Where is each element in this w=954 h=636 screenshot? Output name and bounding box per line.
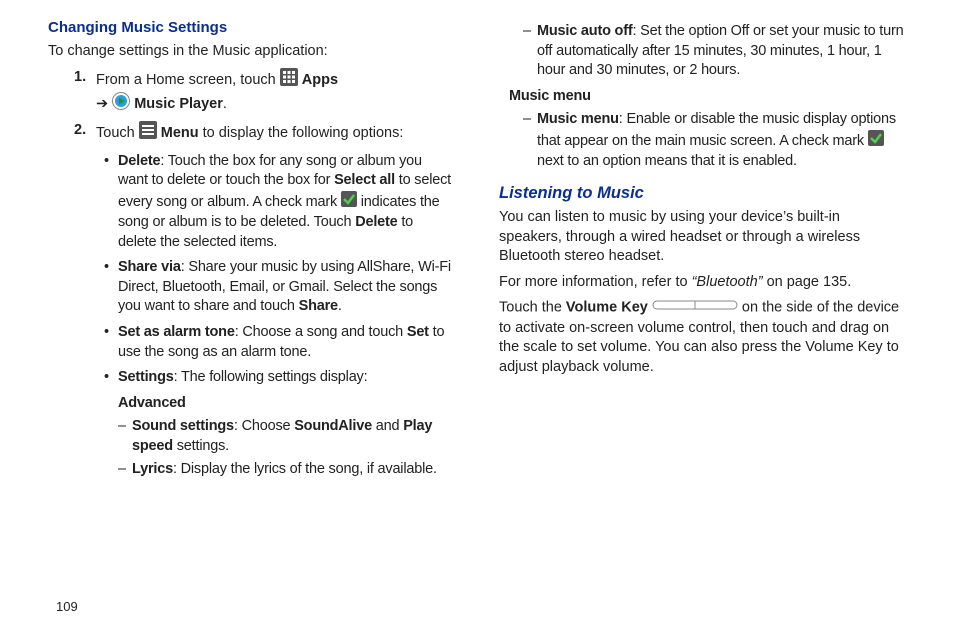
volume-key-label: Volume Key xyxy=(566,300,648,316)
advanced-dash-list: – Sound settings: Choose SoundAlive and … xyxy=(118,417,455,480)
heading-changing-music-settings: Changing Music Settings xyxy=(48,18,455,38)
list-item: • Settings: The following settings displ… xyxy=(104,368,455,388)
t: next to an option means that it is enabl… xyxy=(537,153,797,169)
bullet-text: Set as alarm tone: Choose a song and tou… xyxy=(118,323,455,362)
volume-key-icon xyxy=(652,298,738,318)
page-number: 109 xyxy=(56,598,78,616)
step-number: 2. xyxy=(74,121,96,146)
bullet: • xyxy=(104,258,118,317)
step-1: 1. From a Home screen, touch Apps ➔ Musi… xyxy=(74,68,455,117)
checkmark-icon xyxy=(868,130,884,153)
bullet-text: Settings: The following settings display… xyxy=(118,368,455,388)
menu-options-list: • Delete: Touch the box for any song or … xyxy=(104,152,455,480)
alarm-tone-label: Set as alarm tone xyxy=(118,324,235,340)
list-item: • Delete: Touch the box for any song or … xyxy=(104,152,455,253)
delete-label: Delete xyxy=(118,153,160,169)
listening-paragraph-2: For more information, refer to “Bluetoot… xyxy=(499,273,906,293)
list-item: – Sound settings: Choose SoundAlive and … xyxy=(118,417,455,456)
music-menu-dash-list: – Music menu: Enable or disable the musi… xyxy=(523,110,906,172)
t: For more information, refer to xyxy=(499,274,692,290)
music-menu-label: Music menu xyxy=(537,111,619,127)
advanced-subheading: Advanced xyxy=(118,394,455,414)
list-item: • Share via: Share your music by using A… xyxy=(104,258,455,317)
t: : Choose xyxy=(234,418,294,434)
listening-paragraph-3: Touch the Volume Key on the side of the … xyxy=(499,298,906,377)
text: Touch xyxy=(96,125,139,141)
listening-paragraph-1: You can listen to music by using your de… xyxy=(499,208,906,267)
step-text: Touch Menu to display the following opti… xyxy=(96,121,455,146)
bluetooth-ref: “Bluetooth” xyxy=(692,274,767,290)
dash-text: Music auto off: Set the option Off or se… xyxy=(535,22,906,81)
checkmark-icon xyxy=(341,191,357,214)
dash: – xyxy=(118,460,130,480)
music-auto-off-label: Music auto off xyxy=(537,23,632,39)
step-2: 2. Touch Menu to display the following o… xyxy=(74,121,455,146)
share-via-label: Share via xyxy=(118,259,181,275)
text: From a Home screen, touch xyxy=(96,72,280,88)
dash: – xyxy=(523,22,535,81)
menu-icon xyxy=(139,121,157,146)
select-all-label: Select all xyxy=(334,172,395,188)
apps-icon xyxy=(280,68,298,93)
top-dash-list: – Music auto off: Set the option Off or … xyxy=(523,22,906,81)
t: . xyxy=(338,298,342,314)
period: . xyxy=(223,96,227,112)
music-player-label: Music Player xyxy=(134,96,223,112)
ordered-steps: 1. From a Home screen, touch Apps ➔ Musi… xyxy=(74,68,455,480)
arrow: ➔ xyxy=(96,96,112,112)
right-column: – Music auto off: Set the option Off or … xyxy=(499,18,906,614)
music-menu-subheading: Music menu xyxy=(509,87,906,107)
music-player-icon xyxy=(112,92,130,117)
list-item: – Music menu: Enable or disable the musi… xyxy=(523,110,906,172)
t: Touch the xyxy=(499,300,566,316)
delete-action-label: Delete xyxy=(355,214,397,230)
share-label: Share xyxy=(299,298,338,314)
t: on page 135. xyxy=(767,274,852,290)
page: Changing Music Settings To change settin… xyxy=(0,0,954,636)
intro-text: To change settings in the Music applicat… xyxy=(48,42,455,62)
list-item: – Music auto off: Set the option Off or … xyxy=(523,22,906,81)
list-item: – Lyrics: Display the lyrics of the song… xyxy=(118,460,455,480)
dash: – xyxy=(523,110,535,172)
step-number: 1. xyxy=(74,68,96,117)
t: settings. xyxy=(173,438,229,454)
left-column: Changing Music Settings To change settin… xyxy=(48,18,455,614)
text: to display the following options: xyxy=(203,125,404,141)
bullet-text: Share via: Share your music by using All… xyxy=(118,258,455,317)
t: and xyxy=(372,418,403,434)
bullet-text: Delete: Touch the box for any song or al… xyxy=(118,152,455,253)
dash-text: Sound settings: Choose SoundAlive and Pl… xyxy=(130,417,455,456)
t: : The following settings display: xyxy=(174,369,368,385)
bullet: • xyxy=(104,368,118,388)
lyrics-label: Lyrics xyxy=(132,461,173,477)
bullet: • xyxy=(104,152,118,253)
bullet: • xyxy=(104,323,118,362)
dash-text: Music menu: Enable or disable the music … xyxy=(535,110,906,172)
set-label: Set xyxy=(407,324,429,340)
heading-listening-to-music: Listening to Music xyxy=(499,182,906,204)
settings-label: Settings xyxy=(118,369,174,385)
soundalive-label: SoundAlive xyxy=(294,418,372,434)
sound-settings-label: Sound settings xyxy=(132,418,234,434)
step-text: From a Home screen, touch Apps ➔ Music P… xyxy=(96,68,455,117)
t: : Display the lyrics of the song, if ava… xyxy=(173,461,437,477)
menu-label: Menu xyxy=(161,125,199,141)
dash: – xyxy=(118,417,130,456)
apps-label: Apps xyxy=(302,72,338,88)
dash-text: Lyrics: Display the lyrics of the song, … xyxy=(130,460,455,480)
t: : Choose a song and touch xyxy=(235,324,407,340)
list-item: • Set as alarm tone: Choose a song and t… xyxy=(104,323,455,362)
